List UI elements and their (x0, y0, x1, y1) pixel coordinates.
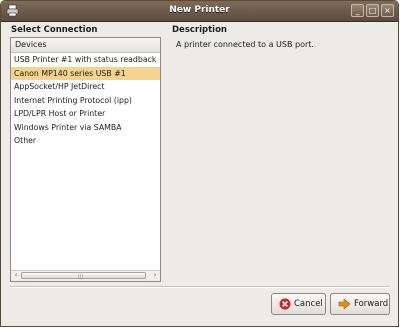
scroll-right-icon[interactable]: › (151, 272, 159, 279)
minimize-button[interactable]: _ (351, 4, 364, 17)
cancel-icon (279, 298, 291, 310)
scroll-left-icon[interactable]: ‹ (12, 272, 20, 279)
connection-description: A printer connected to a USB port. (176, 40, 314, 49)
button-separator (10, 286, 389, 288)
list-item[interactable]: USB Printer #1 with status readback (11, 53, 160, 67)
list-item[interactable]: Canon MP140 series USB #1 (11, 66, 160, 80)
close-button[interactable]: × (381, 4, 394, 17)
connection-list[interactable]: Devices USB Printer #1 with status readb… (10, 37, 161, 282)
devices-column-header[interactable]: Devices (11, 38, 160, 53)
list-item[interactable]: Windows Printer via SAMBA (11, 121, 160, 135)
select-connection-heading: Select Connection (11, 25, 98, 35)
list-item[interactable]: LPD/LPR Host or Printer (11, 107, 160, 121)
description-heading: Description (172, 25, 227, 35)
forward-button[interactable]: Forward (330, 293, 390, 315)
scrollbar-thumb[interactable]: ||| (21, 272, 146, 280)
forward-label: Forward (354, 299, 389, 309)
grip-icon: ||| (78, 274, 84, 280)
new-printer-window: New Printer _ □ × Select Connection Desc… (0, 0, 399, 327)
cancel-button[interactable]: Cancel (271, 293, 326, 315)
cancel-label: Cancel (294, 299, 323, 309)
horizontal-scrollbar[interactable]: ‹ ||| › (11, 270, 160, 281)
list-item[interactable]: Other (11, 134, 160, 148)
titlebar[interactable]: New Printer _ □ × (1, 1, 398, 22)
window-title: New Printer (169, 5, 230, 15)
list-item[interactable]: Internet Printing Protocol (ipp) (11, 94, 160, 108)
list-item[interactable]: AppSocket/HP JetDirect (11, 80, 160, 94)
maximize-button[interactable]: □ (366, 4, 379, 17)
forward-arrow-icon (338, 298, 351, 310)
